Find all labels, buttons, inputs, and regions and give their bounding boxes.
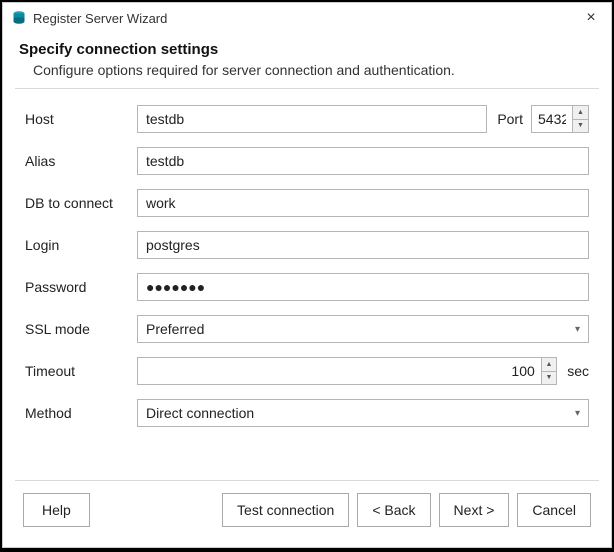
window-title: Register Server Wizard	[33, 11, 579, 26]
port-spinner[interactable]: ▲ ▼	[531, 105, 589, 133]
alias-input[interactable]	[137, 147, 589, 175]
db-input[interactable]	[137, 189, 589, 217]
app-icon	[11, 10, 27, 26]
ssl-mode-select[interactable]: Preferred ▾	[137, 315, 589, 343]
ssl-mode-value: Preferred	[146, 321, 204, 337]
login-input[interactable]	[137, 231, 589, 259]
host-label: Host	[25, 111, 137, 127]
timeout-label: Timeout	[25, 363, 137, 379]
timeout-step-up[interactable]: ▲	[542, 358, 556, 372]
page-title: Specify connection settings	[19, 41, 595, 58]
method-label: Method	[25, 405, 137, 421]
method-value: Direct connection	[146, 405, 254, 421]
password-input[interactable]	[137, 273, 589, 301]
footer: Help Test connection < Back Next > Cance…	[3, 481, 611, 547]
login-label: Login	[25, 237, 137, 253]
ssl-mode-label: SSL mode	[25, 321, 137, 337]
port-step-down[interactable]: ▼	[573, 120, 588, 133]
port-label: Port	[497, 111, 523, 127]
wizard-header: Specify connection settings Configure op…	[3, 33, 611, 88]
timeout-input[interactable]	[138, 358, 541, 384]
timeout-step-down[interactable]: ▼	[542, 372, 556, 385]
back-button[interactable]: < Back	[357, 493, 430, 527]
method-select[interactable]: Direct connection ▾	[137, 399, 589, 427]
wizard-window: Register Server Wizard × Specify connect…	[2, 2, 612, 548]
chevron-down-icon: ▾	[575, 324, 580, 335]
host-input[interactable]	[137, 105, 487, 133]
titlebar: Register Server Wizard ×	[3, 3, 611, 33]
form-area: Host Port ▲ ▼ Alias DB to connect	[3, 89, 611, 480]
db-label: DB to connect	[25, 195, 137, 211]
timeout-unit: sec	[567, 363, 589, 379]
port-step-up[interactable]: ▲	[573, 106, 588, 120]
alias-label: Alias	[25, 153, 137, 169]
help-button[interactable]: Help	[23, 493, 90, 527]
chevron-down-icon: ▾	[575, 408, 580, 419]
next-button[interactable]: Next >	[439, 493, 510, 527]
close-icon[interactable]: ×	[579, 10, 603, 26]
test-connection-button[interactable]: Test connection	[222, 493, 349, 527]
timeout-spinner[interactable]: ▲ ▼	[137, 357, 557, 385]
port-input[interactable]	[532, 106, 572, 132]
page-subtitle: Configure options required for server co…	[19, 62, 595, 78]
cancel-button[interactable]: Cancel	[517, 493, 591, 527]
password-label: Password	[25, 279, 137, 295]
